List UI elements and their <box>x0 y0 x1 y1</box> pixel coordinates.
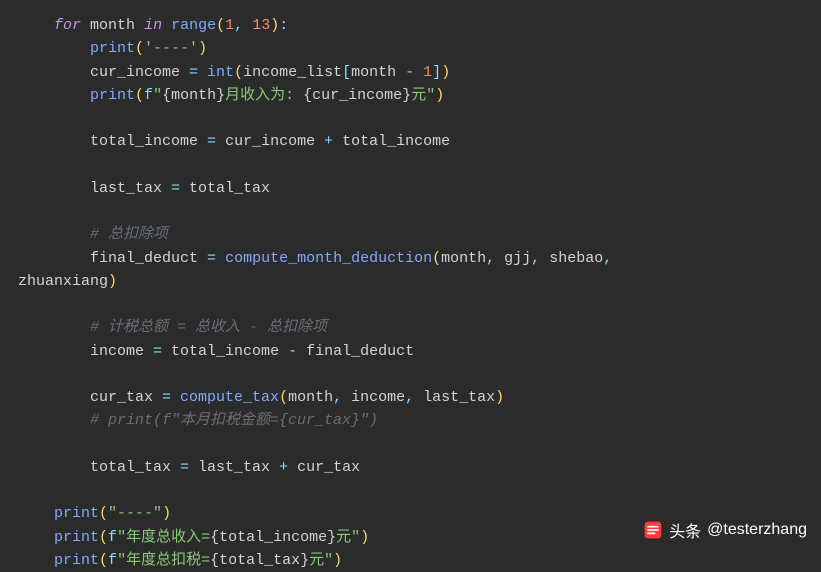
fn-range: range <box>171 17 216 34</box>
comment: # 计税总额 = 总收入 - 总扣除项 <box>90 319 327 336</box>
comment: # print(f"本月扣税金额={cur_tax}") <box>90 412 378 429</box>
fn-print: print <box>54 505 99 522</box>
keyword-in: in <box>144 17 162 34</box>
watermark: 头条 @testerzhang <box>643 518 807 542</box>
comment: # 总扣除项 <box>90 226 168 243</box>
fn-compute-tax: compute_tax <box>180 389 279 406</box>
fn-print: print <box>90 40 135 57</box>
keyword-for: for <box>54 17 81 34</box>
fn-print: print <box>54 529 99 546</box>
watermark-handle: @testerzhang <box>707 521 807 539</box>
fn-int: int <box>207 64 234 81</box>
fn-print: print <box>54 552 99 569</box>
code-block: for month in range(1, 13): print('----')… <box>0 0 821 572</box>
fn-print: print <box>90 87 135 104</box>
watermark-label: 头条 <box>669 518 701 542</box>
toutiao-icon <box>643 520 663 540</box>
fn-compute-month-deduction: compute_month_deduction <box>225 250 432 267</box>
var: month <box>90 17 135 34</box>
